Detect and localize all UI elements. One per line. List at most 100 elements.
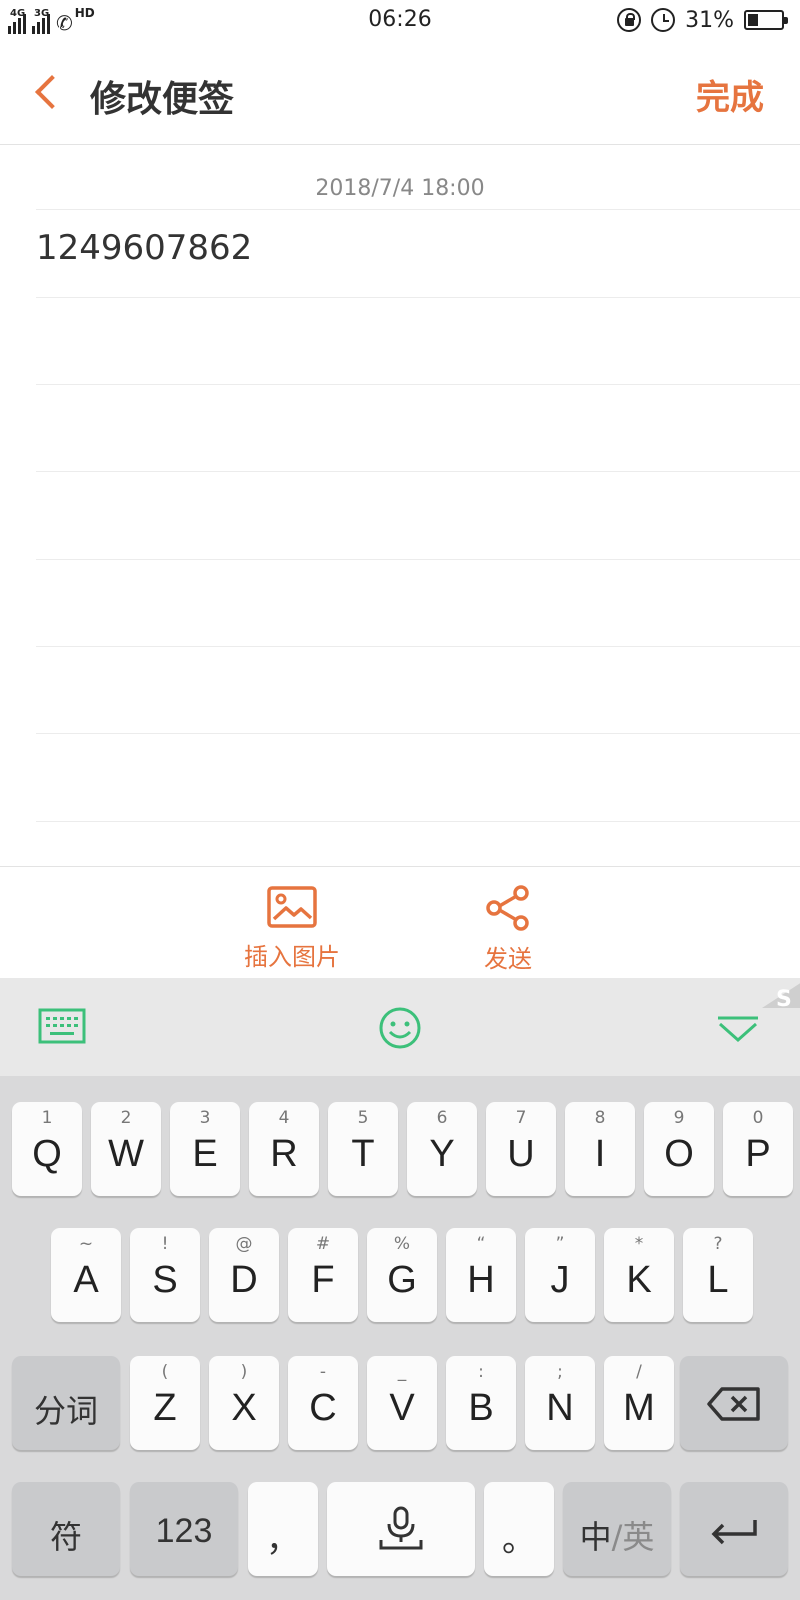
comma-key[interactable]: ， xyxy=(248,1482,318,1576)
key-s[interactable]: ! S xyxy=(130,1228,200,1322)
key-secondary-label: “ xyxy=(476,1234,486,1254)
language-switch-key[interactable]: 中/英 xyxy=(563,1482,671,1576)
ime-logo-icon: S xyxy=(762,983,800,1012)
space-key[interactable] xyxy=(327,1482,475,1576)
rotation-lock-icon xyxy=(617,8,642,32)
key-label: Z xyxy=(153,1387,177,1429)
note-editor[interactable]: 2018/7/4 18:00 1249607862 xyxy=(0,146,800,866)
key-i[interactable]: 8I xyxy=(565,1102,635,1196)
key-label: T xyxy=(351,1133,375,1175)
key-label: D xyxy=(230,1259,258,1301)
key-secondary-label: 6 xyxy=(436,1108,448,1128)
key-x[interactable]: ) X xyxy=(209,1356,279,1450)
key-secondary-label: ) xyxy=(240,1362,248,1382)
key-m[interactable]: / M xyxy=(604,1356,674,1450)
key-secondary-label: 4 xyxy=(278,1108,290,1128)
key-label: H xyxy=(467,1259,495,1301)
ruled-line xyxy=(36,209,800,210)
key-label: P xyxy=(745,1133,771,1175)
key-c[interactable]: -C xyxy=(288,1356,358,1450)
note-date: 2018/7/4 18:00 xyxy=(315,176,485,201)
battery-fill xyxy=(748,14,758,26)
insert-image-label: 插入图片 xyxy=(244,943,340,971)
ruled-line xyxy=(36,384,800,385)
key-secondary-label: ~ xyxy=(78,1234,94,1254)
key-o[interactable]: 9O xyxy=(644,1102,714,1196)
key-secondary-label: 5 xyxy=(357,1108,369,1128)
key-label: F xyxy=(311,1259,335,1301)
emoji-smile-icon xyxy=(379,1007,421,1049)
chevron-down-icon xyxy=(718,1016,758,1043)
ruled-line xyxy=(36,733,800,734)
key-secondary-label: ? xyxy=(713,1234,723,1254)
key-secondary-label: : xyxy=(478,1362,484,1382)
key-label: O xyxy=(664,1133,694,1175)
hide-keyboard-button[interactable] xyxy=(716,1016,760,1048)
done-button[interactable]: 完成 xyxy=(696,70,764,119)
key-t[interactable]: 5T xyxy=(328,1102,398,1196)
svg-text:S: S xyxy=(776,987,792,1012)
note-content[interactable]: 1249607862 xyxy=(36,228,252,268)
key-label: G xyxy=(387,1259,417,1301)
key-label: S xyxy=(152,1259,178,1301)
key-n[interactable]: ; N xyxy=(525,1356,595,1450)
numbers-key[interactable]: 123 xyxy=(130,1482,238,1576)
key-label: B xyxy=(468,1387,494,1429)
symbols-key[interactable]: 符 xyxy=(12,1482,120,1576)
backspace-key[interactable] xyxy=(680,1356,788,1450)
key-label: K xyxy=(626,1259,652,1301)
back-button[interactable] xyxy=(26,68,69,118)
key-secondary-label: ; xyxy=(557,1362,563,1382)
key-secondary-label: 3 xyxy=(199,1108,211,1128)
key-a[interactable]: ~ A xyxy=(51,1228,121,1322)
segment-key[interactable]: 分词 xyxy=(12,1356,120,1450)
key-r[interactable]: 4R xyxy=(249,1102,319,1196)
emoji-button[interactable] xyxy=(378,1006,422,1054)
key-label: E xyxy=(192,1133,218,1175)
key-secondary-label: ! xyxy=(161,1234,169,1254)
key-u[interactable]: 7U xyxy=(486,1102,556,1196)
key-label: X xyxy=(231,1387,257,1429)
key-w[interactable]: 2W xyxy=(91,1102,161,1196)
key-secondary-label: 8 xyxy=(594,1108,606,1128)
key-secondary-label: 0 xyxy=(752,1108,764,1128)
key-p[interactable]: 0P xyxy=(723,1102,793,1196)
insert-image-button[interactable]: 插入图片 xyxy=(232,885,352,972)
key-k[interactable]: * K xyxy=(604,1228,674,1322)
key-d[interactable]: @ D xyxy=(209,1228,279,1322)
key-secondary-label: 9 xyxy=(673,1108,685,1128)
share-icon xyxy=(486,885,529,931)
period-key[interactable]: 。 xyxy=(484,1482,554,1576)
key-label: Y xyxy=(429,1133,455,1175)
note-action-bar: 插入图片 发送 xyxy=(0,866,800,978)
key-j[interactable]: ” J xyxy=(525,1228,595,1322)
key-secondary-label: - xyxy=(319,1362,327,1382)
key-e[interactable]: 3E xyxy=(170,1102,240,1196)
key-label: Q xyxy=(32,1133,62,1175)
key-v[interactable]: _ V xyxy=(367,1356,437,1450)
key-z[interactable]: (Z xyxy=(130,1356,200,1450)
send-button[interactable]: 发送 xyxy=(448,885,568,974)
key-secondary-label: / xyxy=(636,1362,642,1382)
key-b[interactable]: :B xyxy=(446,1356,516,1450)
key-l[interactable]: ? L xyxy=(683,1228,753,1322)
status-icons: 31% xyxy=(617,6,788,34)
keyboard-toolbar: S xyxy=(0,978,800,1076)
key-label: R xyxy=(270,1133,298,1175)
key-q[interactable]: 1Q xyxy=(12,1102,82,1196)
key-label: L xyxy=(707,1259,729,1301)
battery-percent: 31% xyxy=(685,7,734,33)
key-label: J xyxy=(550,1259,570,1301)
ruled-line xyxy=(36,297,800,298)
key-label: V xyxy=(389,1387,415,1429)
key-label: I xyxy=(594,1133,606,1175)
backspace-icon xyxy=(707,1387,760,1421)
key-secondary-label: @ xyxy=(235,1234,253,1254)
keyboard-switch-button[interactable] xyxy=(38,1008,86,1048)
key-f[interactable]: # F xyxy=(288,1228,358,1322)
key-g[interactable]: % G xyxy=(367,1228,437,1322)
key-h[interactable]: “H xyxy=(446,1228,516,1322)
enter-key[interactable] xyxy=(680,1482,788,1576)
image-icon xyxy=(267,886,317,928)
key-y[interactable]: 6Y xyxy=(407,1102,477,1196)
